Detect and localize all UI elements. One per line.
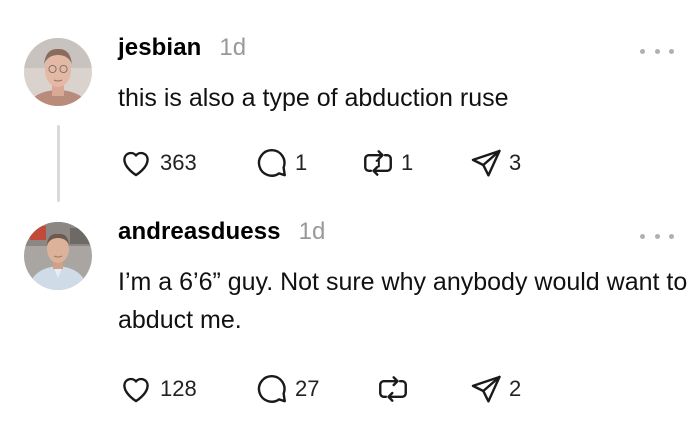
more-dots-icon[interactable] xyxy=(640,45,674,57)
post-jesbian: jesbian 1d this is also a type of abduct… xyxy=(0,0,700,205)
more-dots-icon[interactable] xyxy=(640,230,674,242)
repost-icon xyxy=(379,376,407,402)
post-header: jesbian 1d xyxy=(118,34,246,62)
heart-icon xyxy=(123,377,149,403)
reply-count: 27 xyxy=(295,376,320,401)
reply-button[interactable]: 27 xyxy=(255,371,319,407)
avatar[interactable] xyxy=(24,222,92,290)
share-button[interactable]: 2 xyxy=(469,371,521,407)
thread-line xyxy=(57,125,60,202)
username[interactable]: andreasduess xyxy=(118,218,281,246)
comment-icon xyxy=(257,149,286,177)
post-andreasduess: andreasduess 1d I’m a 6’6” guy. Not sure… xyxy=(0,205,700,439)
post-header: andreasduess 1d xyxy=(118,218,325,246)
like-button[interactable]: 363 xyxy=(118,145,197,181)
like-count: 363 xyxy=(160,150,197,175)
post-text: this is also a type of abduction ruse xyxy=(118,84,509,112)
comment-icon xyxy=(257,375,286,403)
post-text: I’m a 6’6” guy. Not sure why anybody wou… xyxy=(118,268,688,334)
repost-button[interactable] xyxy=(376,371,416,407)
timestamp: 1d xyxy=(219,34,247,61)
timestamp: 1d xyxy=(298,218,326,245)
reply-count: 1 xyxy=(295,150,308,175)
username[interactable]: jesbian xyxy=(118,34,201,62)
share-count: 3 xyxy=(509,150,522,175)
repost-icon xyxy=(364,150,392,176)
heart-icon xyxy=(123,151,149,177)
share-count: 2 xyxy=(509,376,522,401)
repost-count: 1 xyxy=(401,150,414,175)
send-icon xyxy=(471,149,501,177)
like-button[interactable]: 128 xyxy=(118,371,197,407)
share-button[interactable]: 3 xyxy=(469,145,521,181)
reply-button[interactable]: 1 xyxy=(255,145,307,181)
send-icon xyxy=(471,375,501,403)
repost-button[interactable]: 1 xyxy=(361,145,413,181)
like-count: 128 xyxy=(160,376,197,401)
avatar[interactable] xyxy=(24,38,92,106)
